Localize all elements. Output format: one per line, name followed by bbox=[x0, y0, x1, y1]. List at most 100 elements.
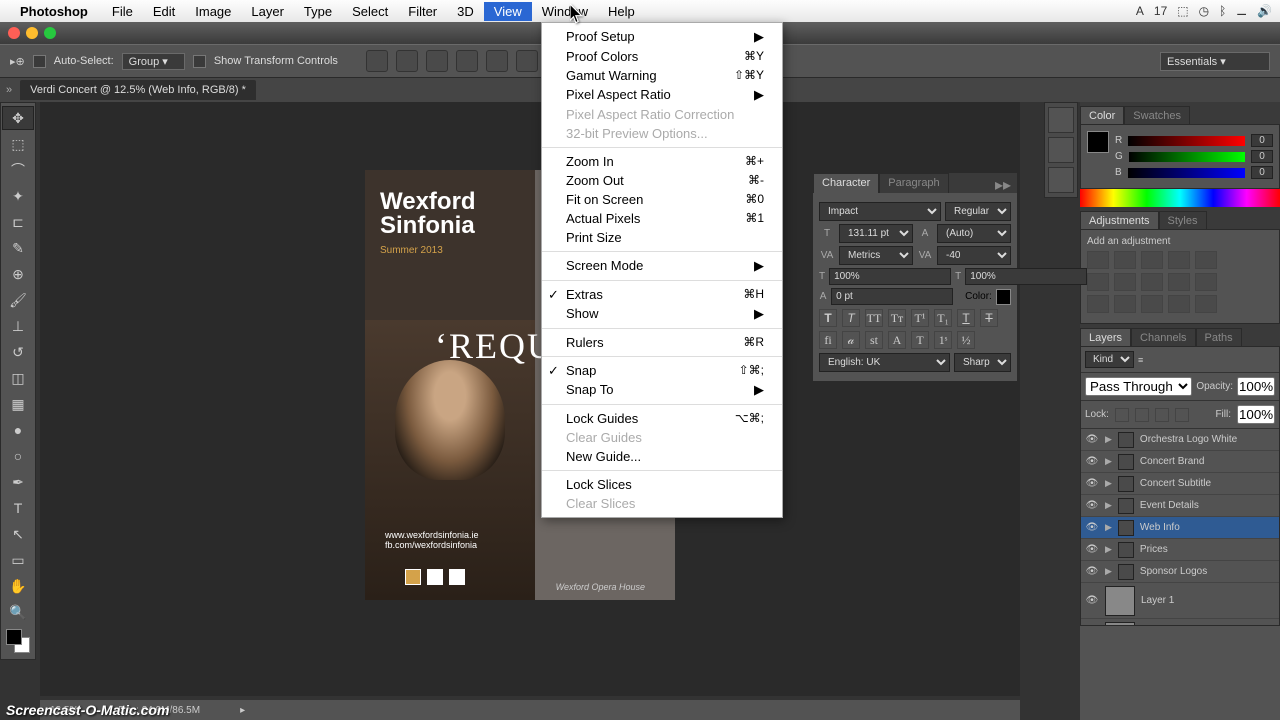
align-btn-3[interactable] bbox=[426, 50, 448, 72]
disclosure-triangle-icon[interactable]: ▶ bbox=[1105, 522, 1112, 533]
menu-item-rulers[interactable]: Rulers⌘R bbox=[542, 333, 782, 352]
adj-hue-icon[interactable] bbox=[1087, 273, 1109, 291]
align-btn-6[interactable] bbox=[516, 50, 538, 72]
marquee-tool[interactable]: ⬚ bbox=[2, 132, 34, 156]
adj-posterize-icon[interactable] bbox=[1114, 295, 1136, 313]
dock-properties-icon[interactable] bbox=[1048, 137, 1074, 163]
tab-paragraph[interactable]: Paragraph bbox=[879, 173, 948, 193]
layer-row[interactable]: 👁 ▶ Concert Brand bbox=[1081, 451, 1279, 473]
eraser-tool[interactable]: ◫ bbox=[2, 366, 34, 390]
history-brush-tool[interactable]: ↺ bbox=[2, 340, 34, 364]
auto-select-checkbox[interactable] bbox=[33, 55, 46, 68]
text-color-swatch[interactable] bbox=[996, 289, 1011, 305]
dock-history-icon[interactable] bbox=[1048, 107, 1074, 133]
stamp-tool[interactable]: ⊥ bbox=[2, 314, 34, 338]
gradient-tool[interactable]: ▦ bbox=[2, 392, 34, 416]
dropbox-icon[interactable]: ⬚ bbox=[1177, 4, 1188, 18]
layer-name[interactable]: Sponsor Logos bbox=[1140, 566, 1207, 577]
visibility-toggle-icon[interactable]: 👁 bbox=[1085, 594, 1099, 608]
type-tool[interactable]: T bbox=[2, 496, 34, 520]
lock-transparent-icon[interactable] bbox=[1115, 408, 1129, 422]
menu-item-zoom-in[interactable]: Zoom In⌘+ bbox=[542, 152, 782, 171]
blend-mode-select[interactable]: Pass Through bbox=[1085, 377, 1192, 396]
disclosure-triangle-icon[interactable]: ▶ bbox=[1105, 456, 1112, 467]
volume-icon[interactable]: 🔊 bbox=[1257, 4, 1272, 18]
layer-name[interactable]: Web Info bbox=[1140, 522, 1180, 533]
disclosure-triangle-icon[interactable]: ▶ bbox=[1105, 544, 1112, 555]
menu-item-gamut-warning[interactable]: Gamut Warning⇧⌘Y bbox=[542, 66, 782, 85]
menu-item-show[interactable]: Show▶ bbox=[542, 304, 782, 324]
menu-item-zoom-out[interactable]: Zoom Out⌘- bbox=[542, 171, 782, 190]
workspace-switcher[interactable]: Essentials ▾ bbox=[1160, 52, 1270, 71]
visibility-toggle-icon[interactable]: 👁 bbox=[1085, 543, 1099, 557]
menu-window[interactable]: Window bbox=[532, 2, 598, 21]
menu-item-lock-slices[interactable]: Lock Slices bbox=[542, 475, 782, 494]
visibility-toggle-icon[interactable]: 👁 bbox=[1085, 499, 1099, 513]
menu-layer[interactable]: Layer bbox=[241, 2, 294, 21]
layer-name[interactable]: Layer 1 bbox=[1141, 595, 1174, 606]
lock-position-icon[interactable] bbox=[1155, 408, 1169, 422]
show-transform-checkbox[interactable] bbox=[193, 55, 206, 68]
disclosure-triangle-icon[interactable]: ▶ bbox=[1105, 478, 1112, 489]
kerning-select[interactable]: Metrics bbox=[839, 246, 913, 265]
layer-row[interactable]: 👁 ▶ Concert Subtitle bbox=[1081, 473, 1279, 495]
layer-row[interactable]: 👁 Layer 1 bbox=[1081, 583, 1279, 619]
lock-all-icon[interactable] bbox=[1175, 408, 1189, 422]
shape-tool[interactable]: ▭ bbox=[2, 548, 34, 572]
layer-thumbnail[interactable] bbox=[1105, 622, 1135, 627]
color-swatch-tool[interactable] bbox=[6, 629, 30, 653]
menu-file[interactable]: File bbox=[102, 2, 143, 21]
visibility-toggle-icon[interactable]: 👁 bbox=[1085, 565, 1099, 579]
color-value-g[interactable]: 0 bbox=[1251, 150, 1273, 163]
baseline-input[interactable] bbox=[831, 288, 953, 305]
lasso-tool[interactable]: ⌒ bbox=[2, 158, 34, 182]
adj-threshold-icon[interactable] bbox=[1141, 295, 1163, 313]
tab-character[interactable]: Character bbox=[813, 173, 879, 193]
status-arrow-icon[interactable]: ▸ bbox=[240, 705, 245, 716]
italic-button[interactable]: T bbox=[842, 309, 860, 327]
adj-brightness-icon[interactable] bbox=[1087, 251, 1109, 269]
menu-edit[interactable]: Edit bbox=[143, 2, 185, 21]
tab-color[interactable]: Color bbox=[1080, 106, 1124, 124]
menu-view[interactable]: View bbox=[484, 2, 532, 21]
underline-button[interactable]: T bbox=[957, 309, 975, 327]
wifi-icon[interactable]: ⚊ bbox=[1236, 4, 1247, 18]
menu-item-lock-guides[interactable]: Lock Guides⌥⌘; bbox=[542, 409, 782, 428]
menu-type[interactable]: Type bbox=[294, 2, 342, 21]
align-btn-1[interactable] bbox=[366, 50, 388, 72]
menu-help[interactable]: Help bbox=[598, 2, 645, 21]
adj-mixer-icon[interactable] bbox=[1168, 273, 1190, 291]
visibility-toggle-icon[interactable]: 👁 bbox=[1085, 477, 1099, 491]
font-style-select[interactable]: Regular bbox=[945, 202, 1011, 221]
allcaps-button[interactable]: TT bbox=[865, 309, 883, 327]
adj-bw-icon[interactable] bbox=[1114, 273, 1136, 291]
layer-row[interactable]: 👁 ▶ Event Details bbox=[1081, 495, 1279, 517]
adj-photo-filter-icon[interactable] bbox=[1141, 273, 1163, 291]
tab-adjustments[interactable]: Adjustments bbox=[1080, 211, 1159, 229]
layer-row[interactable]: 👁 ▶ Web Info bbox=[1081, 517, 1279, 539]
menu-filter[interactable]: Filter bbox=[398, 2, 447, 21]
visibility-toggle-icon[interactable]: 👁 bbox=[1085, 521, 1099, 535]
fill-input[interactable] bbox=[1237, 405, 1275, 424]
layer-row[interactable]: 👁 ▶ Prices bbox=[1081, 539, 1279, 561]
zoom-tool[interactable]: 🔍 bbox=[2, 600, 34, 624]
adj-curves-icon[interactable] bbox=[1141, 251, 1163, 269]
layer-row[interactable]: 👁 Verdi bbox=[1081, 619, 1279, 626]
layer-row[interactable]: 👁 ▶ Orchestra Logo White bbox=[1081, 429, 1279, 451]
menu-item-actual-pixels[interactable]: Actual Pixels⌘1 bbox=[542, 209, 782, 228]
font-size-input[interactable]: 131.11 pt bbox=[839, 224, 913, 243]
layer-name[interactable]: Orchestra Logo White bbox=[1140, 434, 1237, 445]
document-tab[interactable]: Verdi Concert @ 12.5% (Web Info, RGB/8) … bbox=[20, 80, 256, 100]
menu-item-snap-to[interactable]: Snap To▶ bbox=[542, 380, 782, 400]
menu-item-proof-colors[interactable]: Proof Colors⌘Y bbox=[542, 47, 782, 66]
move-tool[interactable]: ✥ bbox=[2, 106, 34, 130]
tab-paths[interactable]: Paths bbox=[1196, 328, 1242, 346]
visibility-toggle-icon[interactable]: 👁 bbox=[1085, 433, 1099, 447]
path-tool[interactable]: ↖ bbox=[2, 522, 34, 546]
menu-item-pixel-aspect-ratio[interactable]: Pixel Aspect Ratio▶ bbox=[542, 85, 782, 105]
menu-item-print-size[interactable]: Print Size bbox=[542, 228, 782, 247]
color-spectrum[interactable] bbox=[1080, 189, 1280, 207]
tab-channels[interactable]: Channels bbox=[1131, 328, 1195, 346]
menu-item-proof-setup[interactable]: Proof Setup▶ bbox=[542, 27, 782, 47]
disclosure-triangle-icon[interactable]: ▶ bbox=[1105, 500, 1112, 511]
